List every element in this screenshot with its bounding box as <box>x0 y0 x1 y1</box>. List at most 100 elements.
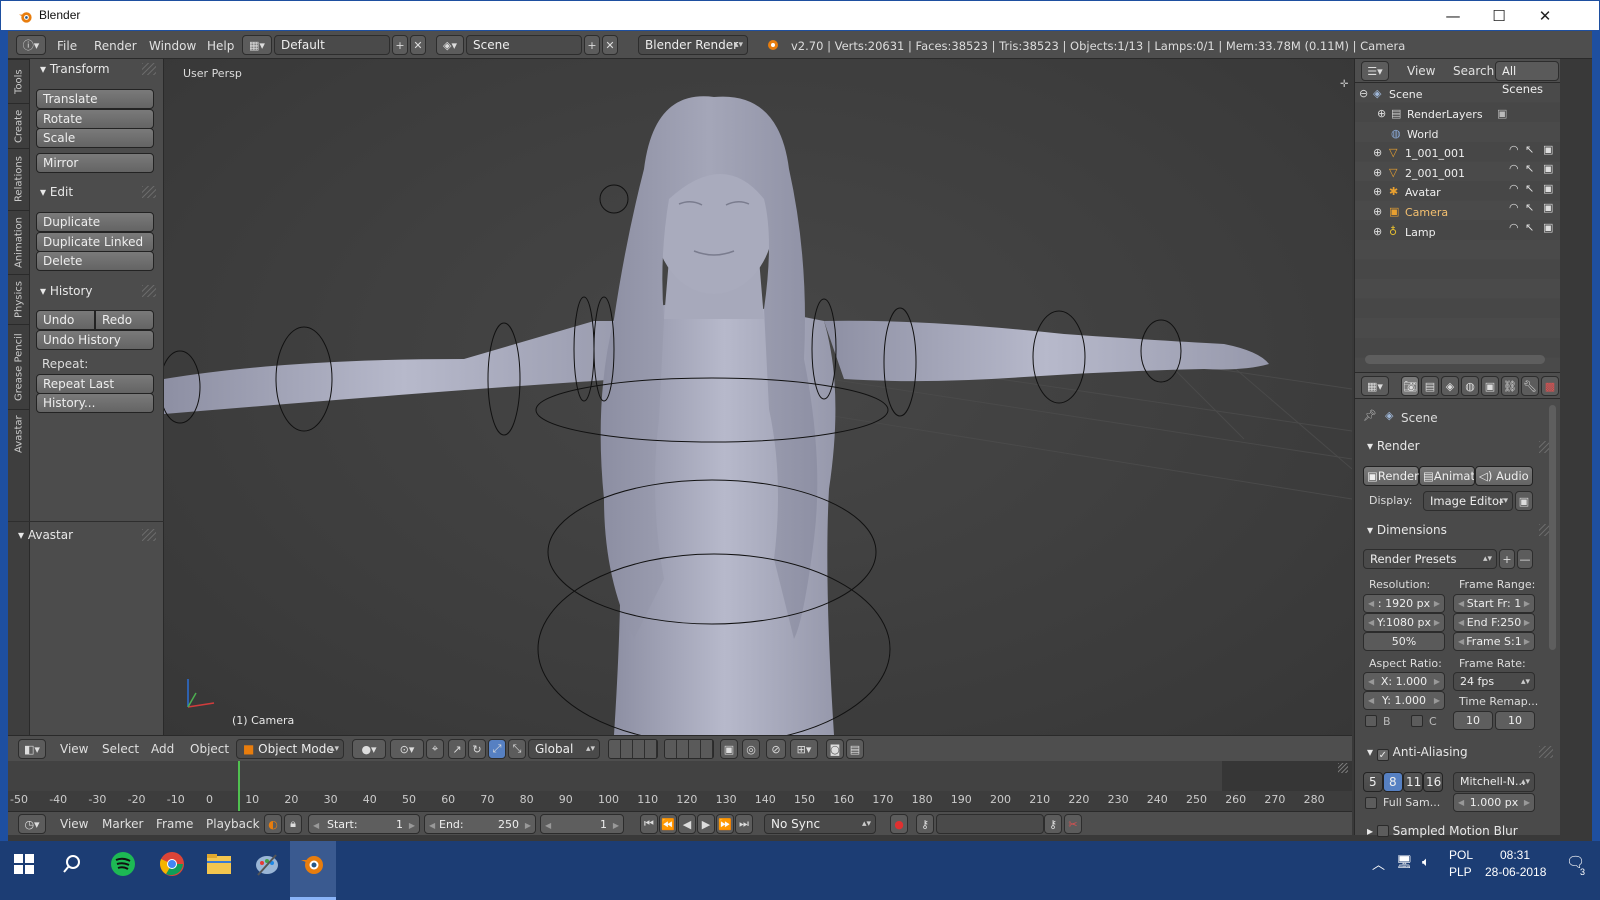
3d-viewport[interactable]: User Persp (1) Camera ✛ <box>164 59 1352 735</box>
clock-date[interactable]: 28-06-2018 <box>1485 865 1546 879</box>
render-context-icon[interactable]: 📷︎ <box>1401 376 1419 396</box>
keying-icon[interactable]: ⚷ <box>916 814 934 834</box>
show-hidden-icons-icon[interactable]: ︿ <box>1372 854 1385 873</box>
render-animation-button[interactable]: ▤Animati <box>1419 466 1475 486</box>
close-button[interactable]: ✕ <box>1522 1 1568 31</box>
tab-avastar[interactable]: Avastar <box>8 409 30 459</box>
render-panel-header[interactable]: ▾ Render <box>1367 439 1420 453</box>
render-anim-icon[interactable]: ▤ <box>846 739 864 759</box>
paint-icon[interactable] <box>254 851 280 877</box>
grip-icon[interactable] <box>142 285 156 297</box>
aa-filter-select[interactable]: Mitchell-N... ▴▾ <box>1453 772 1535 792</box>
anti-aliasing-panel-header[interactable]: ▾ ✓ Anti-Aliasing <box>1367 745 1468 761</box>
world-context-icon[interactable]: ◍ <box>1461 376 1479 396</box>
selectability-cursor-icon[interactable]: ↖ <box>1525 182 1534 195</box>
start-frame-field[interactable]: ◀ Start: 1 ▶ <box>308 814 420 834</box>
motion-blur-checkbox[interactable] <box>1376 825 1389 837</box>
translate-button[interactable]: Translate <box>36 89 154 109</box>
timeline[interactable]: -50 -40 -30 -20 -10 0 10 20 30 40 50 60 70 80 90 100 110… <box>8 761 1352 811</box>
minimize-button[interactable]: — <box>1430 1 1476 31</box>
viewport-corner-plus-icon[interactable]: ✛ <box>1340 79 1348 90</box>
spotify-icon[interactable] <box>110 851 136 877</box>
selectability-cursor-icon[interactable]: ↖ <box>1525 143 1534 156</box>
renderlayer-context-icon[interactable]: ▤ <box>1421 376 1439 396</box>
viewport-menu-select[interactable]: Select <box>102 742 139 756</box>
visibility-eye-icon[interactable]: ◠ <box>1509 221 1519 234</box>
mode-select[interactable]: ■ Object Mode ▴▾ <box>236 739 344 759</box>
grip-icon[interactable] <box>1338 763 1348 773</box>
tab-relations[interactable]: Relations <box>8 148 30 210</box>
anti-aliasing-checkbox[interactable]: ✓ <box>1376 749 1389 761</box>
clock-time[interactable]: 08:31 <box>1500 848 1530 862</box>
language-top[interactable]: POL <box>1449 848 1473 862</box>
crop-checkbox[interactable] <box>1411 715 1423 727</box>
outliner-item-lamp[interactable]: Lamp <box>1405 226 1436 239</box>
tab-create[interactable]: Create <box>8 103 30 148</box>
render-presets-select[interactable]: Render Presets ▴▾ <box>1363 549 1497 569</box>
outliner-item-avatar[interactable]: Avatar <box>1405 186 1441 199</box>
constraints-context-icon[interactable]: ⛓ <box>1501 376 1519 396</box>
remove-layout-icon[interactable]: ✕ <box>410 35 426 55</box>
data-context-icon[interactable]: ▩ <box>1541 376 1559 396</box>
outliner-filter-select[interactable]: All Scenes <box>1495 61 1559 96</box>
modifier-context-icon[interactable]: 🔧︎ <box>1521 376 1539 396</box>
proportional-edit-icon[interactable]: ◎ <box>742 739 760 759</box>
dimensions-panel-header[interactable]: ▾ Dimensions <box>1367 523 1447 537</box>
lock-range-icon[interactable]: 🔒︎ <box>284 814 302 834</box>
scene-context-icon[interactable]: ◈ <box>1441 376 1459 396</box>
tab-tools[interactable]: Tools <box>8 59 30 103</box>
renderability-camera-icon[interactable]: ▣ <box>1543 221 1553 234</box>
timeline-menu-playback[interactable]: Playback <box>206 817 260 831</box>
outliner-menu-search[interactable]: Search <box>1453 64 1494 78</box>
mirror-button[interactable]: Mirror <box>36 153 154 173</box>
avastar-panel-header[interactable]: ▾ Avastar <box>18 528 73 542</box>
volume-icon[interactable]: 🔈︎ <box>1422 854 1430 870</box>
timeline-menu-view[interactable]: View <box>60 817 88 831</box>
current-frame-field[interactable]: ◀ 1 ▶ <box>540 814 624 834</box>
blender-taskbar-icon[interactable] <box>300 851 326 877</box>
grip-icon[interactable] <box>1539 746 1553 758</box>
history-panel-header[interactable]: ▾ History <box>40 284 93 298</box>
display-select[interactable]: Image Editor ▴▾ <box>1423 491 1513 511</box>
render-engine-select[interactable]: Blender Render ▴▾ <box>638 35 748 55</box>
rotate-button[interactable]: Rotate <box>36 109 154 129</box>
layers-grid-1[interactable] <box>608 739 658 759</box>
jump-end-icon[interactable]: ⏭ <box>735 814 753 834</box>
grip-icon[interactable] <box>142 186 156 198</box>
jump-start-icon[interactable]: ⏮ <box>640 814 658 834</box>
editor-type-timeline-icon[interactable]: ◷▾ <box>18 814 46 834</box>
scale-manipulator-icon[interactable]: ⤢ <box>488 739 506 759</box>
outliner-menu-view[interactable]: View <box>1407 64 1435 78</box>
full-sample-checkbox[interactable] <box>1365 797 1377 809</box>
resolution-percent-slider[interactable]: 50% <box>1363 632 1445 651</box>
aa-samples-5[interactable]: 5 <box>1363 772 1383 792</box>
selectability-cursor-icon[interactable]: ↖ <box>1525 221 1534 234</box>
render-window-icon[interactable]: ▣ <box>1515 491 1533 511</box>
edit-panel-header[interactable]: ▾ Edit <box>40 185 73 199</box>
editor-type-outliner-icon[interactable]: ☰▾ <box>1361 61 1389 81</box>
frame-step-prop[interactable]: ◀ Frame S:1 ▶ <box>1453 632 1535 651</box>
chrome-icon[interactable] <box>159 851 185 877</box>
grip-icon[interactable] <box>142 63 156 75</box>
time-remap-old-field[interactable]: 10 <box>1453 711 1493 730</box>
properties-scrollbar[interactable] <box>1549 405 1556 650</box>
aspect-y-field[interactable]: ◀ Y: 1.000 ▶ <box>1363 691 1445 710</box>
delete-button[interactable]: Delete <box>36 251 154 271</box>
aspect-x-field[interactable]: ◀ X: 1.000 ▶ <box>1363 672 1445 691</box>
sync-select[interactable]: No Sync ▴▾ <box>764 814 876 834</box>
tab-physics[interactable]: Physics <box>8 274 30 324</box>
aa-samples-8[interactable]: 8 <box>1383 772 1403 792</box>
add-layout-icon[interactable]: + <box>392 35 408 55</box>
search-icon[interactable] <box>62 854 82 874</box>
visibility-eye-icon[interactable]: ◠ <box>1509 143 1519 156</box>
timeline-menu-frame[interactable]: Frame <box>156 817 193 831</box>
visibility-eye-icon[interactable]: ◠ <box>1509 162 1519 175</box>
play-reverse-icon[interactable]: ◀ <box>678 814 696 834</box>
border-checkbox[interactable] <box>1365 715 1377 727</box>
layers-grid-2[interactable] <box>664 739 714 759</box>
preview-range-icon[interactable]: ◐ <box>264 814 282 834</box>
add-preset-icon[interactable]: + <box>1499 549 1515 569</box>
viewport-menu-view[interactable]: View <box>60 742 88 756</box>
repeat-last-button[interactable]: Repeat Last <box>36 374 154 394</box>
visibility-eye-icon[interactable]: ◠ <box>1509 201 1519 214</box>
